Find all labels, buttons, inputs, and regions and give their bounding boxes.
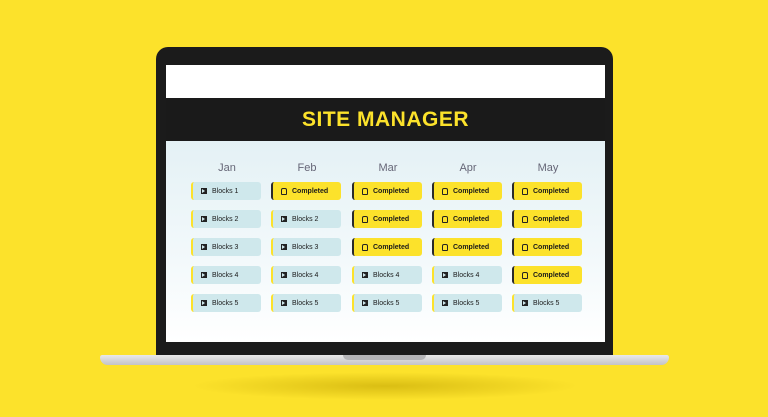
block-cell[interactable]: Blocks 5 [352, 294, 422, 312]
screen-top-strip [166, 65, 605, 98]
play-icon [362, 300, 368, 306]
block-label: Blocks 3 [292, 243, 319, 251]
block-label: Blocks 4 [212, 271, 239, 279]
play-icon [201, 216, 207, 222]
block-label: Blocks 5 [453, 299, 480, 307]
block-cell[interactable]: Blocks 3 [271, 238, 341, 256]
block-cell[interactable]: Completed [352, 210, 422, 228]
laptop-shadow [190, 372, 580, 400]
helmet-icon [522, 243, 528, 251]
month-label: May [537, 162, 559, 174]
play-icon [201, 300, 207, 306]
month-label: Mar [378, 162, 398, 174]
block-cell[interactable]: Blocks 4 [432, 266, 502, 284]
block-label: Blocks 4 [453, 271, 480, 279]
helmet-icon [362, 243, 368, 251]
month-label: Jan [218, 162, 236, 174]
play-icon [362, 272, 368, 278]
block-cell[interactable]: Completed [352, 238, 422, 256]
block-cell[interactable]: Completed [432, 210, 502, 228]
play-icon [442, 300, 448, 306]
block-cell[interactable]: Blocks 5 [191, 294, 261, 312]
block-label: Completed [292, 187, 329, 195]
block-label: Blocks 2 [212, 215, 239, 223]
block-cell[interactable]: Blocks 5 [512, 294, 582, 312]
block-cell[interactable]: Completed [512, 266, 582, 284]
helmet-icon [281, 187, 287, 195]
month-label: Apr [459, 162, 477, 174]
schedule-grid: Jan Blocks 1 Blocks 2 Blocks 3 Blocks 4 Block… [166, 141, 605, 342]
block-cell[interactable]: Blocks 5 [432, 294, 502, 312]
block-cell[interactable]: Completed [432, 238, 502, 256]
block-label: Completed [533, 243, 570, 251]
block-label: Blocks 5 [292, 299, 319, 307]
helmet-icon [522, 187, 528, 195]
block-label: Blocks 5 [533, 299, 560, 307]
block-cell[interactable]: Blocks 4 [271, 266, 341, 284]
laptop-screen: SITE MANAGER Jan Blocks 1 Blocks 2 Blocks 3… [166, 65, 605, 342]
helmet-icon [362, 215, 368, 223]
block-label: Completed [453, 243, 490, 251]
block-label: Blocks 3 [212, 243, 239, 251]
helmet-icon [442, 243, 448, 251]
play-icon [522, 300, 528, 306]
block-cell[interactable]: Completed [512, 182, 582, 200]
app-header: SITE MANAGER [166, 98, 605, 141]
block-label: Blocks 4 [373, 271, 400, 279]
block-label: Completed [453, 187, 490, 195]
laptop-notch [343, 355, 426, 360]
block-label: Completed [373, 187, 410, 195]
block-cell[interactable]: Completed [432, 182, 502, 200]
play-icon [281, 244, 287, 250]
block-label: Completed [533, 187, 570, 195]
block-cell[interactable]: Completed [352, 182, 422, 200]
block-cell[interactable]: Blocks 4 [352, 266, 422, 284]
play-icon [201, 244, 207, 250]
helmet-icon [522, 271, 528, 279]
play-icon [281, 216, 287, 222]
block-cell[interactable]: Completed [512, 210, 582, 228]
block-cell[interactable]: Blocks 4 [191, 266, 261, 284]
block-label: Blocks 2 [292, 215, 319, 223]
block-label: Completed [453, 215, 490, 223]
month-label: Feb [297, 162, 317, 174]
block-cell[interactable]: Blocks 5 [271, 294, 341, 312]
block-cell[interactable]: Completed [512, 238, 582, 256]
block-cell[interactable]: Blocks 1 [191, 182, 261, 200]
block-cell[interactable]: Completed [271, 182, 341, 200]
block-cell[interactable]: Blocks 3 [191, 238, 261, 256]
page-title: SITE MANAGER [301, 107, 469, 131]
block-cell[interactable]: Blocks 2 [191, 210, 261, 228]
play-icon [201, 188, 207, 194]
helmet-icon [442, 187, 448, 195]
block-label: Completed [533, 215, 570, 223]
block-label: Completed [533, 271, 570, 279]
block-label: Blocks 4 [292, 271, 319, 279]
block-label: Completed [373, 215, 410, 223]
block-label: Blocks 1 [212, 187, 239, 195]
block-cell[interactable]: Blocks 2 [271, 210, 341, 228]
play-icon [442, 272, 448, 278]
helmet-icon [522, 215, 528, 223]
block-label: Blocks 5 [212, 299, 239, 307]
helmet-icon [362, 187, 368, 195]
play-icon [281, 272, 287, 278]
play-icon [201, 272, 207, 278]
helmet-icon [442, 215, 448, 223]
play-icon [281, 300, 287, 306]
block-label: Completed [373, 243, 410, 251]
block-label: Blocks 5 [373, 299, 400, 307]
